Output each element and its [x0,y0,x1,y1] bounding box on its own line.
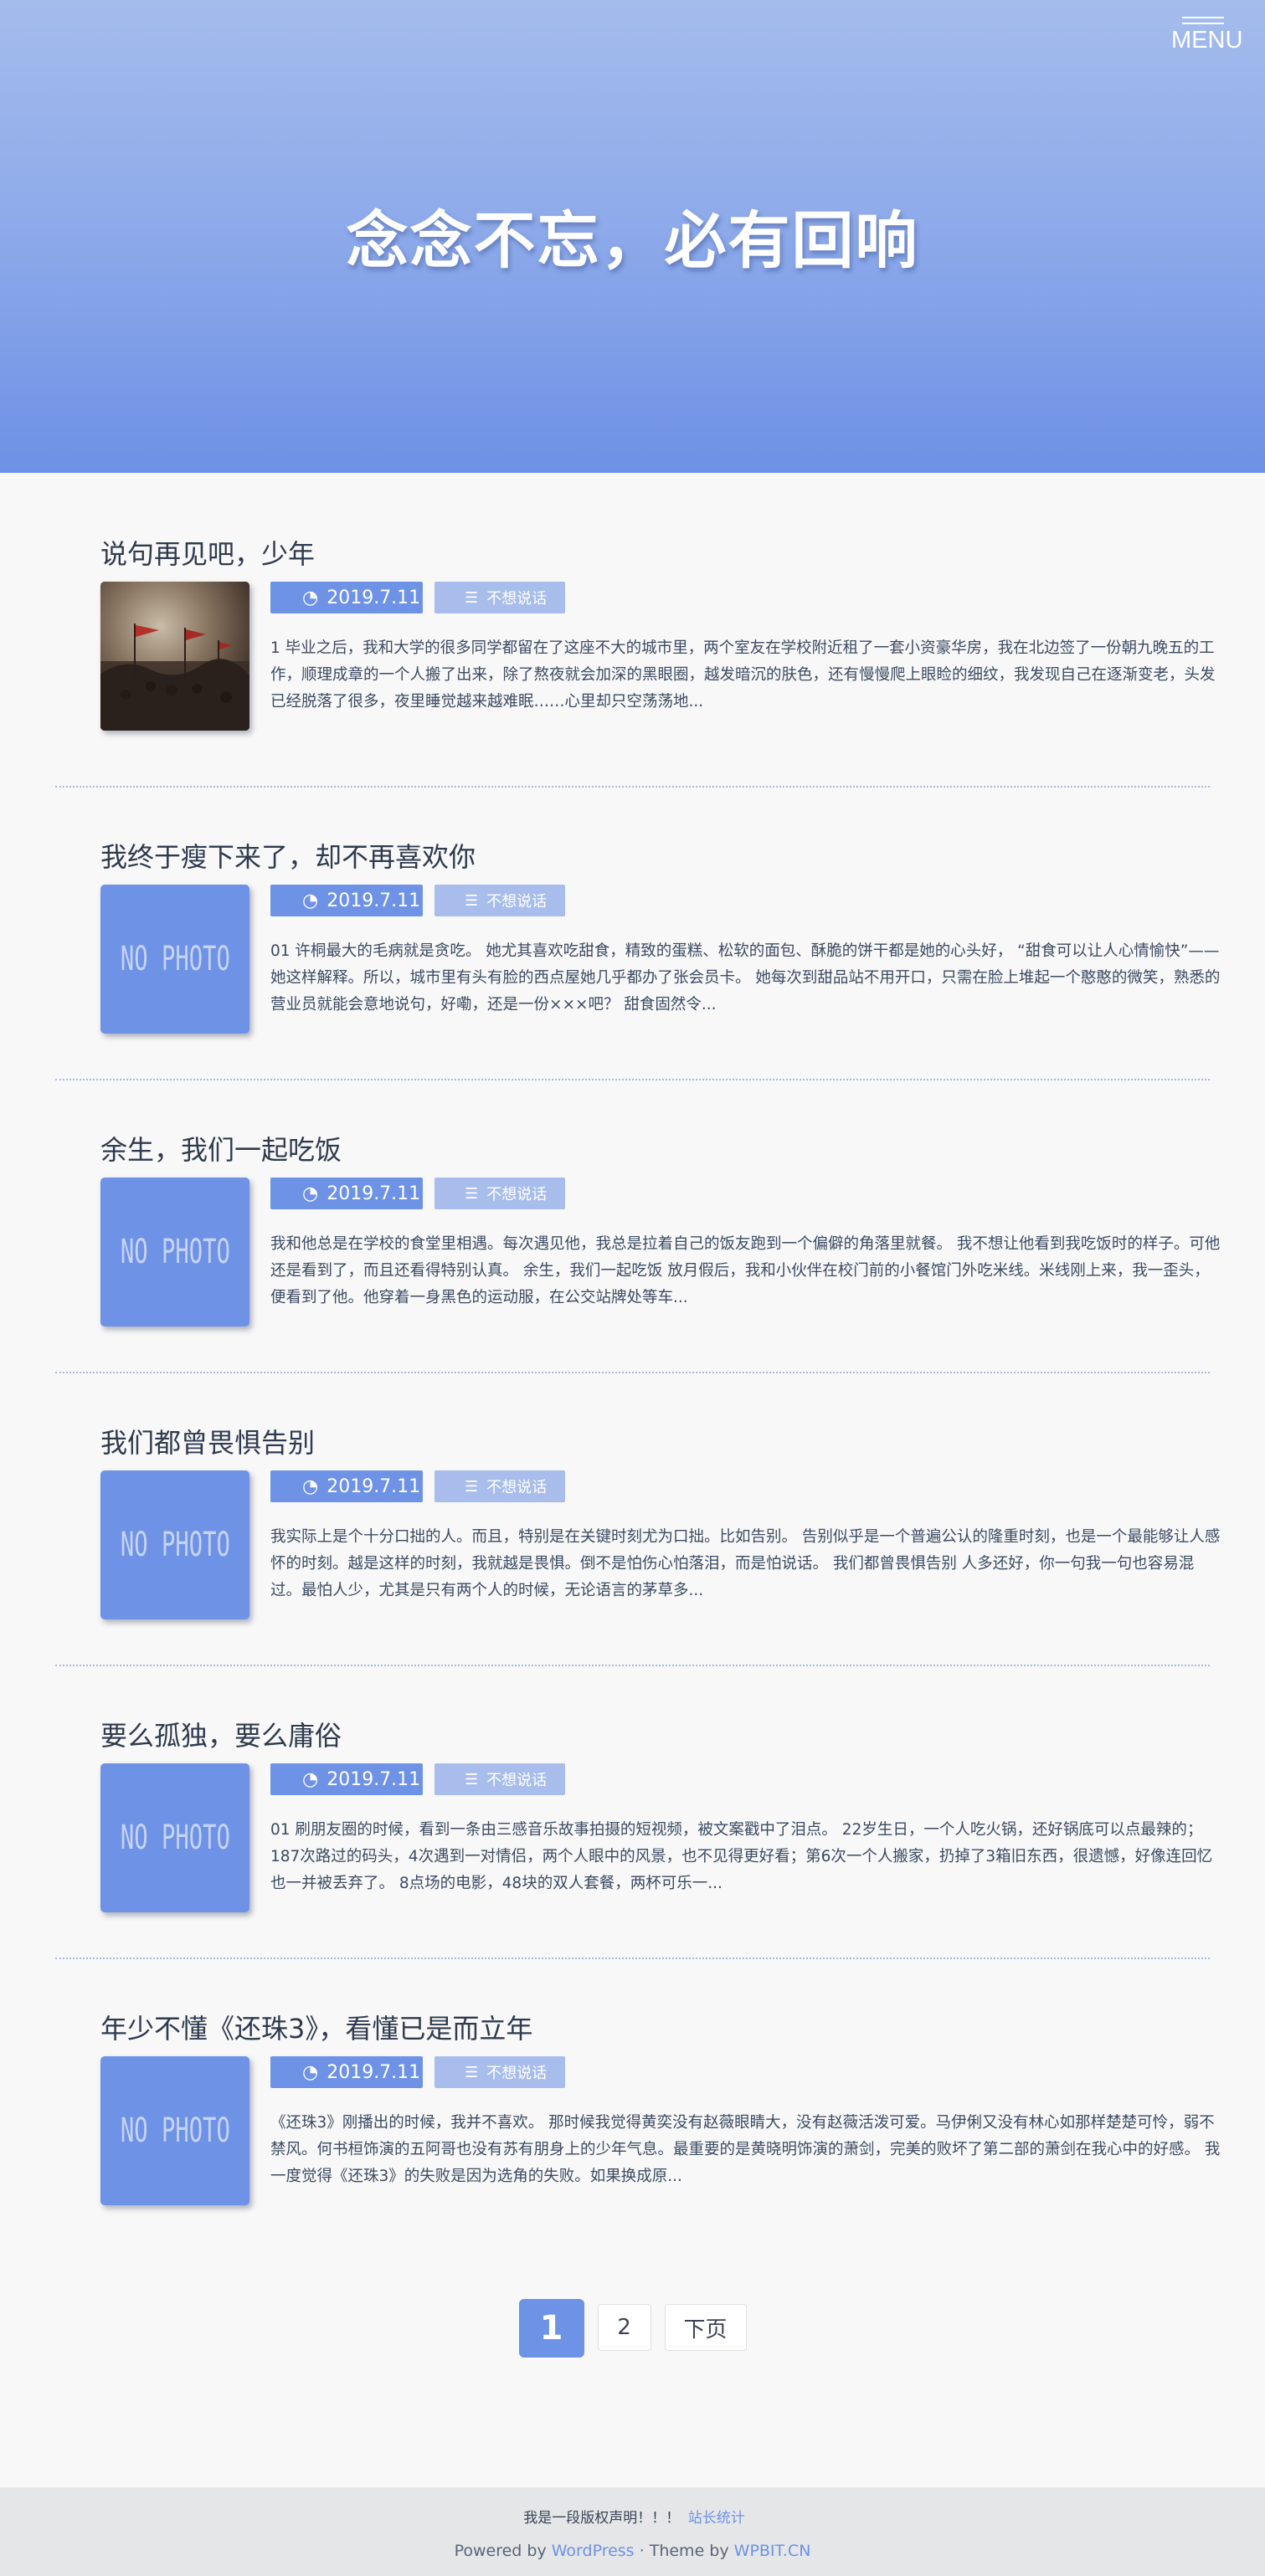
post-title[interactable]: 说句再见吧，少年 [100,533,315,572]
post-date: 2019.7.11 [327,2061,421,2083]
clock-icon: ◔ [302,1768,319,1790]
post-date-badge: ◔ 2019.7.11 [270,885,423,916]
clock-icon: ◔ [302,1183,319,1204]
site-footer: 我是一段版权声明！！！ 站长统计 Powered by WordPress · … [0,2487,1265,2576]
post-title[interactable]: 余生，我们一起吃饭 [100,1129,342,1167]
post-date-badge: ◔ 2019.7.11 [270,1470,423,1502]
site-title: 念念不忘，必有回响 [346,205,919,277]
post-date-badge: ◔ 2019.7.11 [270,582,423,613]
post-date-badge: ◔ 2019.7.11 [270,1763,423,1795]
post-category-badge[interactable]: ☰ 不想说话 [435,1470,565,1502]
page-2-link[interactable]: 2 [597,2304,651,2351]
list-icon: ☰ [465,891,479,910]
post-item: 我们都曾畏惧告别 NO PHOTO ◔ 2019.7.11 ☰ 不想说话 我实际… [55,1373,1220,1666]
clock-icon: ◔ [302,2061,319,2083]
post-category: 不想说话 [486,893,548,911]
next-page-link[interactable]: 下页 [664,2304,747,2351]
clock-icon: ◔ [302,587,319,608]
post-category: 不想说话 [486,1479,548,1496]
list-icon: ☰ [465,588,479,607]
credits-separator: · [639,2542,645,2560]
wordpress-link[interactable]: WordPress [552,2542,635,2560]
post-category: 不想说话 [486,2065,548,2082]
post-item: 要么孤独，要么庸俗 NO PHOTO ◔ 2019.7.11 ☰ 不想说话 01… [55,1666,1212,1959]
clock-icon: ◔ [302,890,319,911]
post-title[interactable]: 我们都曾畏惧告别 [100,1422,315,1460]
post-category-badge[interactable]: ☰ 不想说话 [435,582,565,613]
post-category-badge[interactable]: ☰ 不想说话 [435,2056,565,2088]
post-meta: ◔ 2019.7.11 ☰ 不想说话 [270,582,565,613]
post-meta: ◔ 2019.7.11 ☰ 不想说话 [270,2056,565,2088]
post-title[interactable]: 我终于瘦下来了，却不再喜欢你 [100,836,476,875]
list-icon: ☰ [465,1477,479,1496]
post-category: 不想说话 [486,590,548,608]
theme-by-text: Theme by [649,2542,729,2560]
page-1-current[interactable]: 1 [518,2299,584,2358]
post-meta: ◔ 2019.7.11 ☰ 不想说话 [270,885,565,916]
post-thumbnail[interactable]: NO PHOTO [100,885,249,1034]
clock-icon: ◔ [302,1475,319,1497]
post-thumbnail[interactable]: NO PHOTO [100,1763,249,1912]
post-date: 2019.7.11 [327,1475,421,1497]
post-excerpt: 我实际上是个十分口拙的人。而且，特别是在关键时刻尤为口拙。比如告别。 告别似乎是… [270,1528,1221,1599]
list-icon: ☰ [465,2063,479,2081]
list-icon: ☰ [465,1184,479,1203]
post-category: 不想说话 [486,1186,548,1203]
copyright-text: 我是一段版权声明！！！ [523,2510,681,2527]
menu-label: MENU [1171,27,1243,54]
no-photo-label: NO PHOTO [120,1233,230,1271]
no-photo-label: NO PHOTO [120,2112,230,2150]
post-list: 说句再见吧，少年 ◔ 2019.7.11 ☰ 不想说话 1 毕业之后，我和大学的… [0,473,1265,2364]
post-meta: ◔ 2019.7.11 ☰ 不想说话 [270,1470,565,1502]
post-thumbnail[interactable]: NO PHOTO [100,1470,249,1619]
post-thumbnail[interactable] [100,582,249,731]
post-date: 2019.7.11 [327,1768,421,1790]
no-photo-label: NO PHOTO [120,940,230,978]
post-category-badge[interactable]: ☰ 不想说话 [435,885,565,916]
no-photo-label: NO PHOTO [120,1819,230,1857]
post-category: 不想说话 [486,1772,548,1789]
post-title[interactable]: 年少不懂《还珠3》，看懂已是而立年 [100,2008,532,2046]
post-excerpt: 我和他总是在学校的食堂里相遇。每次遇见他，我总是拉着自己的饭友跑到一个偏僻的角落… [270,1235,1221,1306]
hero-header: MENU 念念不忘，必有回响 [0,0,1265,473]
post-title[interactable]: 要么孤独，要么庸俗 [100,1715,342,1753]
post-thumbnail[interactable]: NO PHOTO [100,1178,249,1326]
post-date-badge: ◔ 2019.7.11 [270,2056,423,2088]
post-thumbnail[interactable]: NO PHOTO [100,2056,249,2205]
post-date: 2019.7.11 [327,890,421,911]
battle-scene-image [100,582,249,731]
post-date: 2019.7.11 [327,1183,421,1204]
post-item: 年少不懂《还珠3》，看懂已是而立年 NO PHOTO ◔ 2019.7.11 ☰… [55,1959,1220,2274]
theme-author-link[interactable]: WPBIT.CN [734,2542,811,2560]
post-item: 说句再见吧，少年 ◔ 2019.7.11 ☰ 不想说话 1 毕业之后，我和大学的… [55,473,1216,788]
footer-copyright-row: 我是一段版权声明！！！ 站长统计 [0,2487,1265,2527]
post-item: 余生，我们一起吃饭 NO PHOTO ◔ 2019.7.11 ☰ 不想说话 我和… [55,1080,1220,1373]
post-meta: ◔ 2019.7.11 ☰ 不想说话 [270,1178,565,1209]
list-icon: ☰ [465,1770,479,1788]
post-meta: ◔ 2019.7.11 ☰ 不想说话 [270,1763,565,1795]
site-stats-link[interactable]: 站长统计 [688,2510,745,2527]
post-excerpt: 01 刷朋友圈的时候，看到一条由三感音乐故事拍摄的短视频，被文案戳中了泪点。 2… [270,1821,1213,1892]
powered-by-text: Powered by [454,2542,547,2560]
post-item: 我终于瘦下来了，却不再喜欢你 NO PHOTO ◔ 2019.7.11 ☰ 不想… [55,788,1220,1080]
menu-button[interactable]: MENU [1171,17,1243,54]
post-category-badge[interactable]: ☰ 不想说话 [435,1178,565,1209]
post-excerpt: 《还珠3》刚播出的时候，我并不喜欢。 那时候我觉得黄奕没有赵薇眼睛大，没有赵薇活… [270,2114,1221,2185]
post-category-badge[interactable]: ☰ 不想说话 [435,1763,565,1795]
hamburger-icon [1182,17,1224,24]
footer-credits-row: Powered by WordPress · Theme by WPBIT.CN [0,2542,1265,2560]
post-date-badge: ◔ 2019.7.11 [270,1178,423,1209]
post-date: 2019.7.11 [327,587,421,608]
post-excerpt: 1 毕业之后，我和大学的很多同学都留在了这座不大的城市里，两个室友在学校附近租了… [270,639,1216,711]
pagination: 1 2 下页 [55,2299,1210,2364]
post-excerpt: 01 许桐最大的毛病就是贪吃。 她尤其喜欢吃甜食，精致的蛋糕、松软的面包、酥脆的… [270,942,1221,1013]
no-photo-label: NO PHOTO [120,1526,230,1564]
